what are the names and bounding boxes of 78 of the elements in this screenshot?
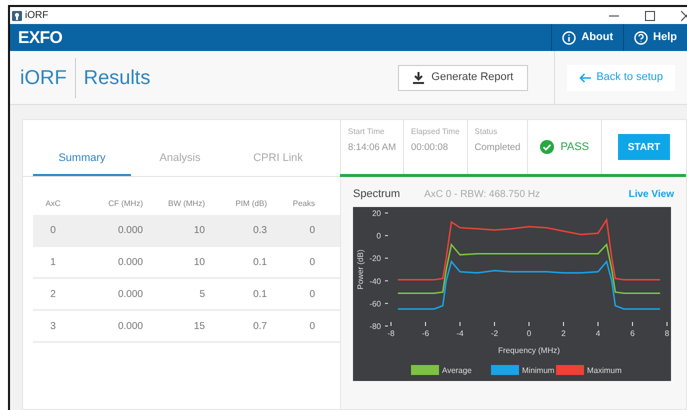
axis-title: Power (dB)	[356, 250, 365, 290]
tab[interactable]: CPRI Link	[229, 150, 327, 176]
axis-tick-label: -4	[456, 329, 464, 338]
table-row[interactable]: 3 0.000 15 0.7 0	[33, 311, 340, 343]
column-header: Peaks	[292, 198, 315, 210]
axis-tick-label: -8	[387, 329, 395, 338]
table-row[interactable]: 2 0.000 5 0.1 0	[33, 279, 340, 311]
field-label: Start Time	[348, 126, 386, 138]
field-label: Elapsed Time	[411, 126, 460, 138]
legend-label: Average	[442, 366, 472, 375]
table-cell-text: 3	[49, 320, 57, 334]
axis-tick-label: -20	[369, 254, 381, 264]
axis-tick-label: -60	[369, 299, 381, 308]
axis-tick-label: -40	[369, 276, 381, 286]
table-cell-text: 0	[308, 256, 315, 270]
table-cell-text: 0.3	[252, 224, 267, 238]
legend-label: Maximum	[587, 366, 622, 375]
verdict-text: PASS	[560, 140, 589, 155]
start-button[interactable]: START	[618, 134, 670, 160]
legend-item: Maximum	[556, 365, 622, 375]
close-icon[interactable]	[681, 10, 687, 20]
panel-subtitle: AxC 0 - RBW: 468.750 Hz	[424, 188, 540, 202]
table-cell-text: 0	[49, 224, 57, 238]
page-title: Results	[84, 66, 150, 90]
field-label: Status	[474, 126, 498, 138]
axis-title: Frequency (MHz)	[498, 346, 560, 355]
download-icon	[413, 72, 424, 84]
table-cell-text: 15	[192, 320, 205, 334]
axis-tick-label: 4	[596, 329, 600, 338]
legend-item: Average	[411, 365, 472, 375]
axis-tick-label: -6	[422, 329, 430, 338]
tab[interactable]: Analysis	[131, 150, 229, 176]
column-header: AxC	[44, 198, 62, 210]
window-title: iORF	[25, 9, 48, 23]
table-cell-text: 0	[308, 224, 315, 238]
axis-tick-label: 8	[664, 329, 670, 338]
table-cell-text: 2	[49, 288, 57, 302]
table-cell-text: 0	[308, 288, 315, 302]
table-cell-text: 1	[49, 256, 57, 270]
back-button[interactable]: Back to setup	[567, 64, 675, 90]
table-cell-text: 0.7	[252, 320, 267, 334]
help-icon	[634, 30, 648, 44]
maximize-icon[interactable]	[645, 10, 655, 20]
logo: EXFO	[17, 26, 64, 49]
legend-label: Minimum	[522, 366, 555, 375]
back-arrow-icon	[579, 72, 592, 82]
column-header: CF (MHz)	[107, 198, 143, 210]
table-cell-text: 0.000	[116, 320, 143, 334]
axis-tick-label: -2	[490, 329, 498, 338]
info-icon	[562, 30, 576, 44]
field-value: 8:14:06 AM	[348, 141, 396, 155]
column-header: PIM (dB)	[234, 198, 267, 210]
live-view-link[interactable]: Live View	[628, 186, 674, 202]
panel-title: Spectrum	[353, 186, 400, 202]
generate-report-button[interactable]: Generate Report	[398, 64, 528, 90]
table-cell-text: 0.1	[252, 256, 267, 270]
field-value: Completed	[474, 141, 520, 155]
table-cell-text: 5	[198, 288, 205, 302]
table-cell-text: 0.000	[116, 224, 143, 238]
app-title: iORF	[10, 58, 76, 98]
table-cell-text: 0.000	[116, 288, 143, 302]
axis-tick-label: 2	[561, 329, 566, 338]
axis-tick-label: 6	[630, 329, 635, 338]
table-cell-text: 10	[192, 256, 205, 270]
field-value: 00:00:08	[411, 141, 450, 155]
tab[interactable]: Summary	[33, 150, 131, 176]
table-cell-text: 0	[308, 320, 315, 334]
column-header: BW (MHz)	[167, 198, 205, 210]
table-row[interactable]: 1 0.000 10 0.1 0	[33, 247, 340, 279]
table-cell-text: 10	[192, 224, 205, 238]
table-row[interactable]: 0 0.000 10 0.3 0	[33, 215, 340, 247]
legend-item: Minimum	[491, 365, 554, 375]
axis-tick-label: 20	[372, 209, 381, 218]
table-cell-text: 0.000	[116, 256, 143, 270]
axis-tick-label: -80	[369, 322, 381, 331]
axis-tick-label: 0	[526, 329, 532, 338]
table-cell-text: 0.1	[252, 288, 267, 302]
axis-tick-label: 0	[376, 232, 381, 241]
